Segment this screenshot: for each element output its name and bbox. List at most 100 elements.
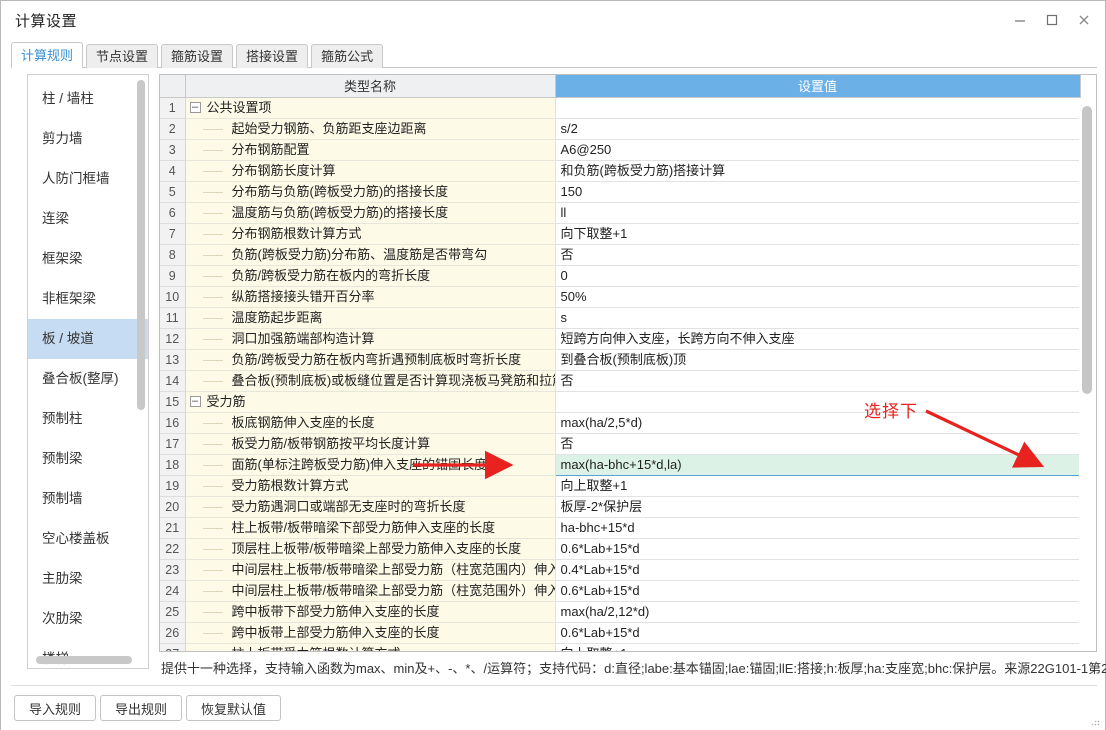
- table-row[interactable]: 17 板受力筋/板带钢筋按平均长度计算 否: [160, 433, 1081, 455]
- cell-setting-value[interactable]: s/2: [555, 118, 1081, 140]
- row-number[interactable]: 16: [160, 412, 186, 434]
- cell-type-name[interactable]: 分布钢筋长度计算: [185, 160, 556, 182]
- sidebar-item-3[interactable]: 连梁: [28, 199, 148, 239]
- cell-setting-value[interactable]: 向上取整+1: [555, 643, 1081, 651]
- cell-type-name[interactable]: 叠合板(预制底板)或板缝位置是否计算现浇板马凳筋和拉筋: [185, 370, 556, 392]
- cell-setting-value[interactable]: 到叠合板(预制底板)顶: [555, 349, 1081, 371]
- cell-setting-value[interactable]: 否: [555, 433, 1081, 455]
- table-row[interactable]: 8 负筋(跨板受力筋)分布筋、温度筋是否带弯勾 否: [160, 244, 1081, 266]
- cell-setting-value[interactable]: 向下取整+1: [555, 223, 1081, 245]
- cell-setting-value[interactable]: 0.4*Lab+15*d: [555, 559, 1081, 581]
- row-number[interactable]: 11: [160, 307, 186, 329]
- tab-1[interactable]: 节点设置: [86, 44, 159, 68]
- cell-setting-value[interactable]: 和负筋(跨板受力筋)搭接计算: [555, 160, 1081, 182]
- cell-setting-value[interactable]: max(ha/2,5*d): [555, 412, 1081, 434]
- table-row[interactable]: 26 跨中板带上部受力筋伸入支座的长度 0.6*Lab+15*d: [160, 622, 1081, 644]
- cell-type-name[interactable]: – 公共设置项: [185, 97, 556, 119]
- table-row[interactable]: 10 纵筋搭接接头错开百分率 50%: [160, 286, 1081, 308]
- row-number[interactable]: 26: [160, 622, 186, 644]
- table-row[interactable]: 22 顶层柱上板带/板带暗梁上部受力筋伸入支座的长度 0.6*Lab+15*d: [160, 538, 1081, 560]
- cell-type-name[interactable]: 洞口加强筋端部构造计算: [185, 328, 556, 350]
- cell-type-name[interactable]: 跨中板带下部受力筋伸入支座的长度: [185, 601, 556, 623]
- sidebar-item-1[interactable]: 剪力墙: [28, 119, 148, 159]
- category-sidebar[interactable]: 柱 / 墙柱 剪力墙 人防门框墙 连梁 框架梁 非框架梁板 / 坡道 叠合板(整厚) 预制柱预…: [27, 74, 149, 669]
- sidebar-item-4[interactable]: 框架梁: [28, 239, 148, 279]
- minimize-button[interactable]: [1003, 5, 1037, 35]
- row-number[interactable]: 15: [160, 391, 186, 413]
- resize-grip-icon[interactable]: [1089, 715, 1101, 727]
- table-row[interactable]: 11 温度筋起步距离 s: [160, 307, 1081, 329]
- cell-setting-value-selected[interactable]: max(ha-bhc+15*d,la): [554, 453, 1081, 476]
- row-number[interactable]: 25: [160, 601, 186, 623]
- column-header-type-name[interactable]: 类型名称: [185, 75, 556, 98]
- table-row[interactable]: 20 受力筋遇洞口或端部无支座时的弯折长度 板厚-2*保护层: [160, 496, 1081, 518]
- row-number[interactable]: 12: [160, 328, 186, 350]
- row-number[interactable]: 23: [160, 559, 186, 581]
- sidebar-item-12[interactable]: 主肋梁: [28, 559, 148, 599]
- tab-0[interactable]: 计算规则: [11, 42, 84, 68]
- row-number[interactable]: 10: [160, 286, 186, 308]
- cell-type-name[interactable]: 面筋(单标注跨板受力筋)伸入支座的锚固长度: [185, 454, 556, 476]
- cell-setting-value[interactable]: 向上取整+1: [555, 475, 1081, 497]
- table-row[interactable]: 3 分布钢筋配置 A6@250: [160, 139, 1081, 161]
- row-number[interactable]: 27: [160, 643, 186, 651]
- row-number[interactable]: 21: [160, 517, 186, 539]
- table-row[interactable]: 9 负筋/跨板受力筋在板内的弯折长度 0: [160, 265, 1081, 287]
- cell-setting-value[interactable]: 50%: [555, 286, 1081, 308]
- sidebar-item-2[interactable]: 人防门框墙: [28, 159, 148, 199]
- import-rules-button[interactable]: 导入规则: [14, 695, 97, 721]
- column-header-number[interactable]: [160, 75, 186, 98]
- cell-setting-value[interactable]: 150: [555, 181, 1081, 203]
- cell-type-name[interactable]: 顶层柱上板带/板带暗梁上部受力筋伸入支座的长度: [185, 538, 556, 560]
- cell-type-name[interactable]: 起始受力钢筋、负筋距支座边距离: [185, 118, 556, 140]
- row-number[interactable]: 18: [160, 454, 186, 476]
- table-row[interactable]: 25 跨中板带下部受力筋伸入支座的长度 max(ha/2,12*d): [160, 601, 1081, 623]
- cell-type-name[interactable]: 温度筋起步距离: [185, 307, 556, 329]
- table-row[interactable]: 21 柱上板带/板带暗梁下部受力筋伸入支座的长度 ha-bhc+15*d: [160, 517, 1081, 539]
- row-number[interactable]: 1: [160, 97, 186, 119]
- sidebar-item-10[interactable]: 预制墙: [28, 479, 148, 519]
- sidebar-item-14[interactable]: 楼梯: [28, 639, 148, 668]
- row-number[interactable]: 5: [160, 181, 186, 203]
- cell-setting-value[interactable]: 否: [555, 370, 1081, 392]
- cell-type-name[interactable]: 纵筋搭接接头错开百分率: [185, 286, 556, 308]
- cell-setting-value[interactable]: s: [555, 307, 1081, 329]
- cell-setting-value[interactable]: [555, 391, 1081, 413]
- table-row[interactable]: 6 温度筋与负筋(跨板受力筋)的搭接长度 ll: [160, 202, 1081, 224]
- cell-type-name[interactable]: 柱上板带受力筋根数计算方式: [185, 643, 556, 651]
- cell-setting-value[interactable]: 0.6*Lab+15*d: [555, 580, 1081, 602]
- cell-setting-value[interactable]: A6@250: [555, 139, 1081, 161]
- cell-setting-value[interactable]: 否: [555, 244, 1081, 266]
- row-number[interactable]: 14: [160, 370, 186, 392]
- cell-type-name[interactable]: 板底钢筋伸入支座的长度: [185, 412, 556, 434]
- cell-setting-value[interactable]: 短跨方向伸入支座，长跨方向不伸入支座: [555, 328, 1081, 350]
- row-number[interactable]: 24: [160, 580, 186, 602]
- table-row[interactable]: 12 洞口加强筋端部构造计算 短跨方向伸入支座，长跨方向不伸入支座: [160, 328, 1081, 350]
- sidebar-item-11[interactable]: 空心楼盖板: [28, 519, 148, 559]
- sidebar-item-9[interactable]: 预制梁: [28, 439, 148, 479]
- table-row[interactable]: 24 中间层柱上板带/板带暗梁上部受力筋（柱宽范围外）伸入... 0.6*Lab+1…: [160, 580, 1081, 602]
- grid-vertical-scrollbar-thumb[interactable]: [1082, 106, 1092, 394]
- table-row[interactable]: 23 中间层柱上板带/板带暗梁上部受力筋（柱宽范围内）伸入... 0.4*Lab+1…: [160, 559, 1081, 581]
- cell-type-name[interactable]: 分布筋与负筋(跨板受力筋)的搭接长度: [185, 181, 556, 203]
- cell-type-name[interactable]: 分布钢筋配置: [185, 139, 556, 161]
- cell-type-name[interactable]: 负筋(跨板受力筋)分布筋、温度筋是否带弯勾: [185, 244, 556, 266]
- row-number[interactable]: 3: [160, 139, 186, 161]
- close-button[interactable]: [1067, 5, 1101, 35]
- row-number[interactable]: 20: [160, 496, 186, 518]
- cell-setting-value[interactable]: 0: [555, 265, 1081, 287]
- sidebar-item-0[interactable]: 柱 / 墙柱: [28, 79, 148, 119]
- table-row[interactable]: 16 板底钢筋伸入支座的长度 max(ha/2,5*d): [160, 412, 1081, 434]
- column-header-setting-value[interactable]: 设置值: [555, 75, 1081, 98]
- row-number[interactable]: 17: [160, 433, 186, 455]
- table-row[interactable]: 2 起始受力钢筋、负筋距支座边距离 s/2: [160, 118, 1081, 140]
- row-number[interactable]: 19: [160, 475, 186, 497]
- table-row[interactable]: 7 分布钢筋根数计算方式 向下取整+1: [160, 223, 1081, 245]
- cell-type-name[interactable]: 柱上板带/板带暗梁下部受力筋伸入支座的长度: [185, 517, 556, 539]
- row-number[interactable]: 4: [160, 160, 186, 182]
- cell-setting-value[interactable]: [555, 97, 1081, 119]
- sidebar-item-7[interactable]: 叠合板(整厚): [28, 359, 148, 399]
- row-number[interactable]: 2: [160, 118, 186, 140]
- sidebar-horizontal-scrollbar[interactable]: [36, 656, 132, 664]
- tab-2[interactable]: 箍筋设置: [161, 44, 234, 68]
